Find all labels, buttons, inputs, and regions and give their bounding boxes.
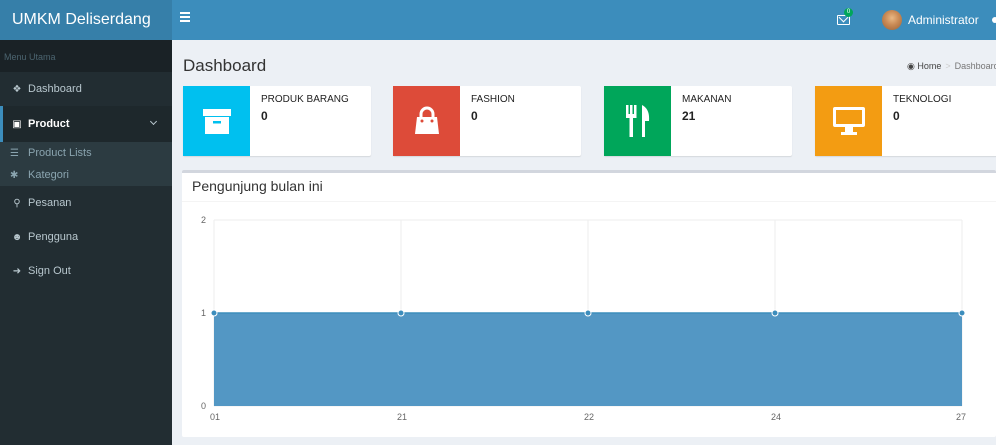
x-tick-label: 01: [210, 412, 220, 422]
info-box-label: FASHION: [471, 94, 515, 105]
user-name[interactable]: Administrator: [908, 13, 979, 27]
mail-badge: 0: [844, 8, 853, 17]
info-box-value: 0: [893, 109, 900, 123]
visitor-chart: 01201 21 22 24 27: [201, 215, 966, 422]
sidebar-item-label: Pengguna: [28, 231, 79, 243]
archive-icon: [183, 86, 250, 156]
info-box-value: 0: [471, 109, 478, 123]
sidebar-item-label: Sign Out: [28, 265, 71, 277]
info-box-makanan: MAKANAN 21: [604, 86, 792, 156]
sidebar-item-sign-out[interactable]: ➜ Sign Out: [0, 254, 172, 288]
info-box-label: PRODUK BARANG: [261, 94, 349, 105]
sidebar-item-dashboard[interactable]: ❖ Dashboard: [0, 72, 172, 106]
breadcrumb-current: Dashboard: [954, 61, 996, 71]
desktop-icon: [815, 86, 882, 156]
x-tick-label: 22: [584, 412, 594, 422]
wrench-icon: ✱: [10, 169, 19, 181]
chart-data-point: [210, 309, 218, 317]
visitor-chart-box: Pengunjung bulan ini 0 1 2 01 21 22 24 27: [182, 170, 996, 437]
y-tick-label: 2: [201, 215, 206, 225]
chart-data-point: [958, 309, 966, 317]
info-box-value: 21: [682, 109, 696, 123]
y-tick-label: 1: [201, 308, 206, 318]
info-box-value: 0: [261, 109, 268, 123]
chart-data-point: [771, 309, 779, 317]
sidebar-toggle-icon[interactable]: [180, 12, 190, 26]
chart-data-point: [397, 309, 405, 317]
sidebar-item-pesanan[interactable]: ⚲ Pesanan: [0, 186, 172, 220]
breadcrumb-home[interactable]: Home: [917, 61, 941, 71]
breadcrumb: ◉ Home > Dashboard: [907, 61, 996, 72]
product-submenu: ☰ Product Lists ✱ Kategori: [0, 142, 172, 186]
page-title: Dashboard: [183, 56, 267, 75]
sidebar-item-label: Kategori: [28, 169, 69, 181]
dashboard-icon: ◉: [907, 61, 915, 71]
sidebar-item-label: Pesanan: [28, 197, 72, 209]
info-box-produk-barang: PRODUK BARANG 0: [183, 86, 371, 156]
sign-out-icon: ➜: [12, 265, 22, 277]
x-tick-label: 24: [771, 412, 781, 422]
cart-icon: ⚲: [13, 197, 21, 209]
brand-logo[interactable]: UMKM Deliserdang: [0, 0, 172, 40]
y-tick-label: 0: [201, 401, 206, 411]
shopping-bag-icon: [393, 86, 460, 156]
sidebar-item-label: Product Lists: [28, 147, 92, 159]
users-icon: ☻: [11, 231, 23, 243]
home-icon: ❖: [12, 83, 22, 95]
chart-data-point: [584, 309, 592, 317]
sidebar-item-label: Dashboard: [28, 83, 82, 95]
cutlery-icon: [604, 86, 671, 156]
x-tick-label: 21: [397, 412, 407, 422]
control-sidebar-icon[interactable]: [992, 17, 996, 23]
info-box-teknologi: TEKNOLOGI 0: [815, 86, 996, 156]
avatar[interactable]: [882, 10, 902, 30]
chart-area: [214, 313, 962, 406]
list-icon: ☰: [10, 147, 19, 159]
sidebar-item-pengguna[interactable]: ☻ Pengguna: [0, 220, 172, 254]
x-tick-label: 27: [956, 412, 966, 422]
top-navbar: 0 Administrator: [172, 0, 996, 40]
info-box-label: MAKANAN: [682, 94, 732, 105]
sidebar-item-product[interactable]: ▣ Product: [0, 106, 172, 142]
info-box-fashion: FASHION 0: [393, 86, 581, 156]
archive-icon: ▣: [12, 118, 22, 130]
sidebar-item-label: Product: [28, 118, 70, 130]
brand-name: UMKM Deliserdang: [12, 11, 151, 28]
menu-header: Menu Utama: [0, 40, 172, 72]
info-box-label: TEKNOLOGI: [893, 94, 952, 105]
sidebar: Menu Utama ❖ Dashboard ▣ Product ☰ Produ…: [0, 40, 172, 445]
sidebar-item-product-lists[interactable]: ☰ Product Lists: [0, 142, 172, 164]
chevron-down-icon: [149, 117, 158, 126]
sidebar-item-kategori[interactable]: ✱ Kategori: [0, 164, 172, 186]
